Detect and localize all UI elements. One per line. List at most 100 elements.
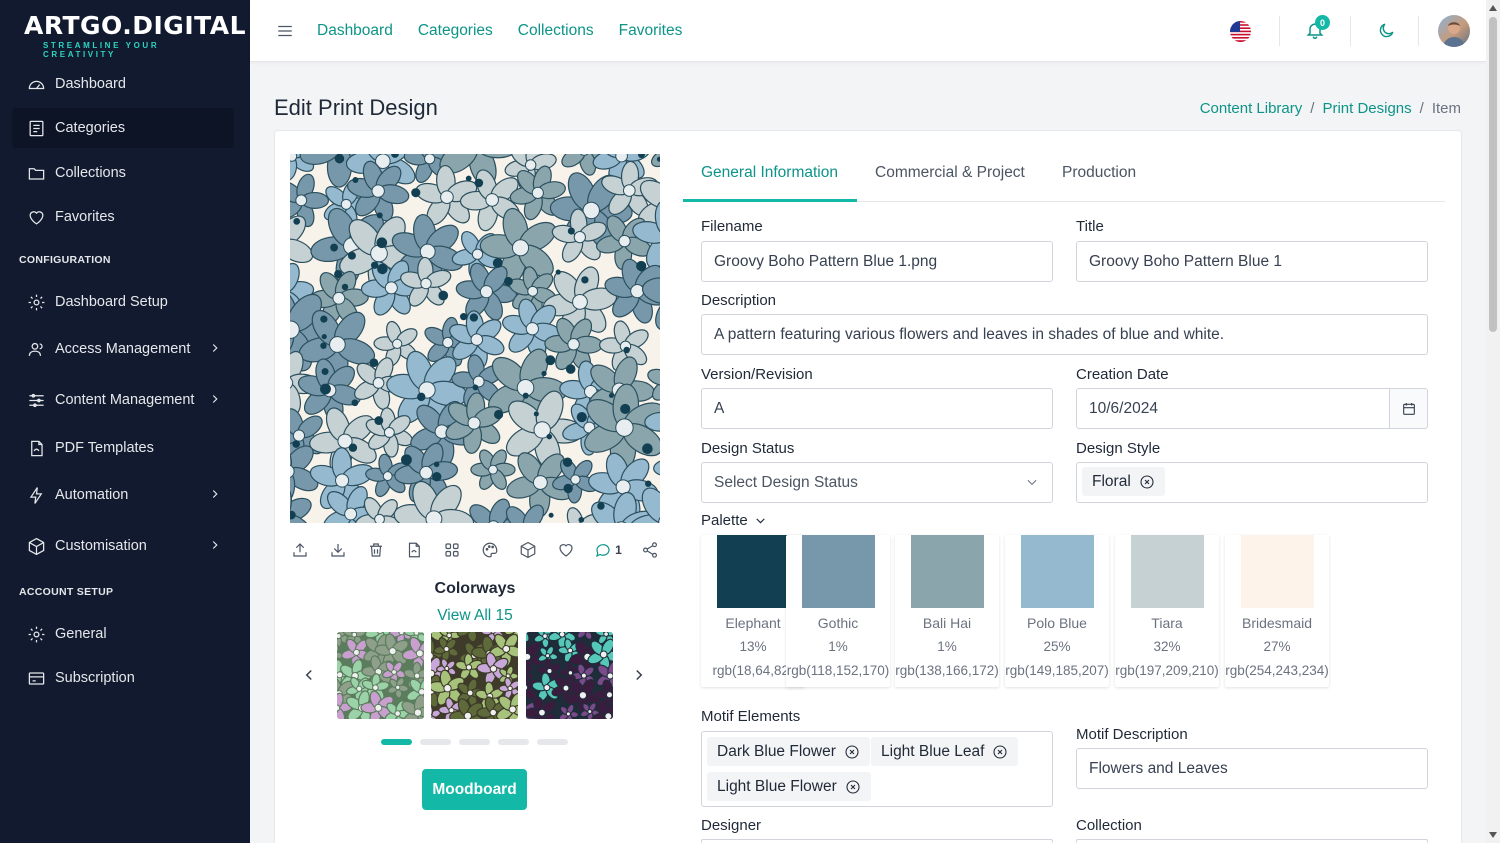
trash-icon[interactable]	[365, 539, 387, 561]
breadcrumb-content-library[interactable]: Content Library	[1200, 100, 1303, 117]
upload-icon[interactable]	[289, 539, 311, 561]
remove-chip-icon[interactable]	[992, 744, 1008, 760]
carousel-dot[interactable]	[459, 739, 490, 745]
sidebar-item-access-management[interactable]: Access Management	[12, 329, 234, 369]
moon-icon[interactable]	[1377, 21, 1397, 41]
chevron-down-icon[interactable]	[1025, 475, 1039, 489]
tab-general-information[interactable]: General Information	[701, 164, 838, 182]
sidebar-item-dashboard-setup[interactable]: Dashboard Setup	[12, 282, 234, 322]
breadcrumb-print-designs[interactable]: Print Designs	[1322, 100, 1411, 117]
title-input[interactable]	[1076, 241, 1428, 282]
design-status-select[interactable]: Select Design Status	[701, 462, 1053, 503]
us-flag-icon[interactable]	[1230, 21, 1251, 42]
sidebar-item-content-management[interactable]: Content Management	[12, 380, 234, 420]
sidebar-item-label: Dashboard	[55, 76, 126, 92]
motif-elements-label: Motif Elements	[701, 708, 801, 725]
sidebar-item-collections[interactable]: Collections	[12, 153, 234, 193]
palette-swatch-card[interactable]: Bridesmaid 27% rgb(254,243,234)	[1225, 535, 1329, 687]
cube-icon[interactable]	[517, 539, 539, 561]
sidebar-item-dashboard[interactable]: Dashboard	[12, 64, 234, 104]
chevron-right-icon[interactable]	[630, 666, 648, 684]
divider	[1418, 16, 1419, 46]
scroll-thumb[interactable]	[1489, 17, 1497, 332]
sidebar-item-pdf-templates[interactable]: PDF Templates	[12, 428, 234, 468]
palette-icon[interactable]	[479, 539, 501, 561]
carousel-dot[interactable]	[537, 739, 568, 745]
version-input[interactable]	[701, 388, 1053, 429]
sidebar-item-categories[interactable]: Categories	[12, 108, 234, 148]
colorway-thumbnail[interactable]	[337, 632, 424, 719]
palette-color-swatch	[1020, 535, 1094, 608]
palette-color-percent: 25%	[1043, 639, 1071, 654]
palette-color-swatch	[1130, 535, 1204, 608]
palette-color-swatch	[1240, 535, 1314, 608]
design-action-bar: 1	[289, 539, 661, 561]
carousel-dot[interactable]	[498, 739, 529, 745]
download-icon[interactable]	[327, 539, 349, 561]
heart-icon[interactable]	[555, 539, 577, 561]
palette-color-name: Bali Hai	[922, 615, 972, 631]
scroll-down-arrow[interactable]	[1489, 832, 1497, 838]
topnav-collections[interactable]: Collections	[518, 22, 594, 40]
remove-chip-icon[interactable]	[845, 779, 861, 795]
motif-chip: Dark Blue Flower	[707, 737, 870, 766]
palette-color-rgb: rgb(149,185,207)	[1005, 663, 1109, 678]
sidebar-item-label: Automation	[55, 487, 129, 503]
share-icon[interactable]	[639, 539, 661, 561]
sidebar-item-label: Favorites	[55, 209, 115, 225]
sidebar-item-subscription[interactable]: Subscription	[12, 658, 234, 698]
description-input[interactable]	[701, 314, 1428, 355]
palette-swatch-card[interactable]: Bali Hai 1% rgb(138,166,172)	[895, 535, 999, 687]
filename-input[interactable]	[701, 241, 1053, 282]
design-style-label: Design Style	[1076, 440, 1161, 457]
sidebar-item-customisation[interactable]: Customisation	[12, 526, 234, 566]
creation-date-input[interactable]	[1076, 388, 1390, 429]
chevron-left-icon[interactable]	[300, 666, 318, 684]
avatar[interactable]	[1438, 15, 1470, 47]
motif-description-label: Motif Description	[1076, 726, 1188, 743]
topnav-favorites[interactable]: Favorites	[619, 22, 683, 40]
grid-icon[interactable]	[441, 539, 463, 561]
chip-label: Light Blue Leaf	[881, 742, 985, 760]
palette-swatch-card[interactable]: Gothic 1% rgb(118,152,170)	[786, 535, 890, 687]
menu-icon[interactable]	[276, 22, 294, 40]
carousel-dot[interactable]	[381, 739, 412, 745]
colorway-thumbnail[interactable]	[431, 632, 518, 719]
brand-logo[interactable]: ARTGO.DIGITAL STREAMLINE YOUR CREATIVITY	[24, 12, 246, 60]
remove-chip-icon[interactable]	[1139, 474, 1155, 490]
sidebar-item-favorites[interactable]: Favorites	[12, 197, 234, 237]
scroll-up-arrow[interactable]	[1489, 5, 1497, 11]
divider	[1350, 16, 1351, 46]
pdf-icon[interactable]	[403, 539, 425, 561]
palette-toggle[interactable]: Palette	[701, 512, 767, 529]
card-icon	[26, 668, 46, 688]
colorway-thumbnail[interactable]	[526, 632, 613, 719]
chip-label: Floral	[1092, 472, 1131, 490]
moodboard-button[interactable]: Moodboard	[422, 769, 527, 810]
palette-swatch-card[interactable]: Polo Blue 25% rgb(149,185,207)	[1005, 535, 1109, 687]
section-account-setup: ACCOUNT SETUP	[19, 586, 114, 598]
collection-input[interactable]	[1076, 839, 1428, 843]
tab-production[interactable]: Production	[1062, 164, 1136, 182]
palette-color-rgb: rgb(197,209,210)	[1115, 663, 1219, 678]
heart-icon	[26, 207, 46, 227]
page-scrollbar[interactable]	[1486, 0, 1500, 843]
cube-icon	[26, 536, 46, 556]
calendar-button[interactable]	[1389, 388, 1428, 429]
sidebar-item-general[interactable]: General	[12, 614, 234, 654]
page-title: Edit Print Design	[274, 95, 438, 120]
topnav-dashboard[interactable]: Dashboard	[317, 22, 393, 40]
sidebar-item-automation[interactable]: Automation	[12, 475, 234, 515]
carousel-dot[interactable]	[420, 739, 451, 745]
motif-description-input[interactable]	[1076, 748, 1428, 789]
remove-chip-icon[interactable]	[844, 744, 860, 760]
designer-input[interactable]	[701, 839, 1053, 843]
palette-swatch-card[interactable]: Tiara 32% rgb(197,209,210)	[1115, 535, 1219, 687]
tab-commercial-project[interactable]: Commercial & Project	[875, 164, 1025, 182]
filename-label: Filename	[701, 218, 763, 235]
motif-chip: Light Blue Flower	[707, 772, 871, 801]
design-preview-image[interactable]	[290, 154, 660, 523]
topnav-categories[interactable]: Categories	[418, 22, 493, 40]
comment-button[interactable]: 1	[593, 539, 623, 561]
view-all-colorways-link[interactable]: View All 15	[290, 607, 660, 625]
